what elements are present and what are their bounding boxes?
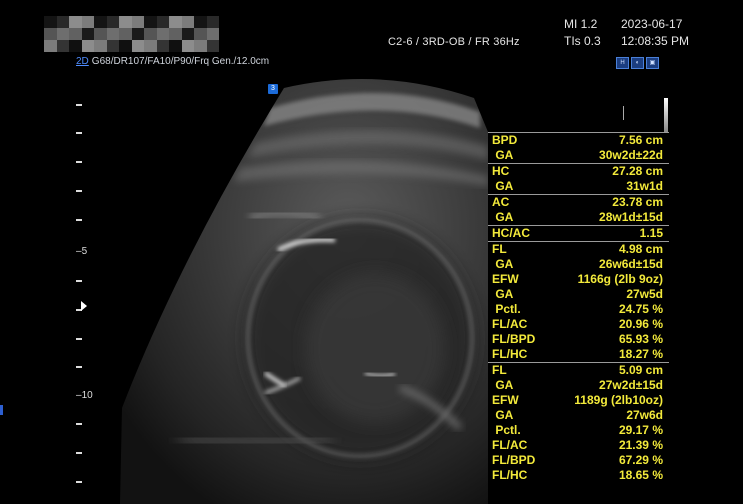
measurement-label: HC	[492, 164, 510, 178]
measurement-row: FL/AC 20.96 %	[488, 317, 669, 332]
measurement-value: 4.98 cm	[618, 242, 663, 256]
measurement-row: EFW 1166g (2lb 9oz)	[488, 272, 669, 287]
measurement-value: 18.65 %	[618, 468, 663, 482]
measurement-value: 27w5d	[626, 287, 663, 301]
measurement-value: 67.29 %	[618, 453, 663, 467]
measurement-label: GA	[492, 179, 514, 193]
measurement-row: HC 27.28 cm	[488, 163, 669, 179]
depth-tick	[76, 423, 82, 425]
grayscale-bar	[664, 98, 668, 132]
measurement-value: 5.09 cm	[618, 363, 663, 377]
depth-label-10: –10	[76, 390, 93, 401]
measurement-label: Pctl.	[492, 423, 521, 437]
measurement-label: BPD	[492, 133, 518, 147]
measurement-value: 26w6d±15d	[599, 257, 663, 271]
measurement-label: EFW	[492, 272, 519, 286]
measurement-value: 20.96 %	[618, 317, 663, 331]
measurement-row: GA 27w2d±15d	[488, 378, 669, 393]
measurements-panel: BPD 7.56 cm GA 30w2d±22d HC 27.28 cm GA 31w1d…	[488, 132, 669, 483]
measurement-value: 1.15	[639, 226, 663, 240]
depth-tick	[76, 161, 82, 163]
measurement-row: GA 27w6d	[488, 408, 669, 423]
measurement-label: FL/HC	[492, 347, 528, 361]
mode-2d-label[interactable]: 2D	[76, 56, 89, 67]
measurement-row: FL/AC 21.39 %	[488, 438, 669, 453]
measurement-value: 23.78 cm	[612, 195, 663, 209]
measurement-row: FL/BPD 67.29 %	[488, 453, 669, 468]
measurement-value: 27.28 cm	[612, 164, 663, 178]
measurement-value: 27w2d±15d	[599, 378, 663, 392]
measurement-label: GA	[492, 408, 514, 422]
measurement-value: 30w2d±22d	[599, 148, 663, 162]
measurement-label: FL	[492, 363, 507, 377]
measurement-label: FL	[492, 242, 507, 256]
measurement-value: 18.27 %	[618, 347, 663, 361]
measurement-value: 28w1d±15d	[599, 210, 663, 224]
depth-tick	[76, 452, 82, 454]
measurement-row: GA 31w1d	[488, 179, 669, 194]
imaging-parameters: 2D G68/DR107/FA10/P90/Frq Gen./12.0cm	[76, 56, 269, 67]
depth-tick	[76, 104, 82, 106]
measurement-value: 31w1d	[626, 179, 663, 193]
thermal-index: TIs 0.3	[564, 34, 601, 48]
measurement-row: GA 28w1d±15d	[488, 210, 669, 225]
measurement-row: GA 26w6d±15d	[488, 257, 669, 272]
depth-tick	[76, 190, 82, 192]
measurement-value: 1189g (2lb10oz)	[574, 393, 663, 407]
edge-marker	[0, 405, 3, 415]
mechanical-index: MI 1.2	[564, 17, 598, 31]
measurement-label: FL/AC	[492, 317, 528, 331]
exam-time: 12:08:35 PM	[621, 34, 690, 48]
measurement-label: GA	[492, 148, 514, 162]
imaging-params-text: G68/DR107/FA10/P90/Frq Gen./12.0cm	[91, 56, 270, 67]
measurement-row: Pctl. 29.17 %	[488, 423, 669, 438]
measurement-row: FL/HC 18.65 %	[488, 468, 669, 483]
scale-indicator	[623, 106, 624, 120]
measurement-row: FL 4.98 cm	[488, 241, 669, 257]
measurement-label: Pctl.	[492, 302, 521, 316]
depth-tick	[76, 219, 82, 221]
measurement-value: 29.17 %	[618, 423, 663, 437]
header-bar: C2-6 / 3RD-OB / FR 36Hz MI 1.2 TIs 0.3 2…	[0, 0, 743, 56]
measurement-label: GA	[492, 210, 514, 224]
measurement-label: GA	[492, 257, 514, 271]
probe-info: C2-6 / 3RD-OB / FR 36Hz	[388, 36, 520, 48]
measurement-row: BPD 7.56 cm	[488, 132, 669, 148]
measurement-label: FL/BPD	[492, 453, 536, 467]
depth-tick	[76, 338, 82, 340]
measurement-value: 21.39 %	[618, 438, 663, 452]
measurement-label: FL/HC	[492, 468, 528, 482]
measurement-row: EFW 1189g (2lb10oz)	[488, 393, 669, 408]
depth-label-5: –5	[76, 246, 88, 257]
exam-date: 2023-06-17	[621, 17, 683, 31]
measurement-row: FL 5.09 cm	[488, 362, 669, 378]
measurement-value: 24.75 %	[618, 302, 663, 316]
measurement-row: GA 30w2d±22d	[488, 148, 669, 163]
measurement-row: GA 27w5d	[488, 287, 669, 302]
measurement-label: EFW	[492, 393, 519, 407]
measurement-value: 65.93 %	[618, 332, 663, 346]
pixelated-patient-name	[44, 16, 219, 52]
measurement-row: Pctl. 24.75 %	[488, 302, 669, 317]
measurement-row: HC/AC 1.15	[488, 225, 669, 241]
depth-tick	[76, 132, 82, 134]
measurement-value: 1166g (2lb 9oz)	[577, 272, 663, 286]
measurement-label: FL/AC	[492, 438, 528, 452]
depth-tick	[76, 481, 82, 483]
measurement-row: FL/BPD 65.93 %	[488, 332, 669, 347]
measurement-label: HC/AC	[492, 226, 530, 240]
focus-arrow-icon[interactable]	[81, 301, 87, 311]
measurement-value: 7.56 cm	[618, 133, 663, 147]
measurement-row: FL/HC 18.27 %	[488, 347, 669, 362]
focus-zone-marker[interactable]: 3	[268, 84, 278, 94]
depth-tick	[76, 280, 82, 282]
measurement-label: GA	[492, 287, 514, 301]
measurement-label: GA	[492, 378, 514, 392]
measurement-value: 27w6d	[626, 408, 663, 422]
measurement-label: FL/BPD	[492, 332, 536, 346]
measurement-label: AC	[492, 195, 510, 209]
measurement-row: AC 23.78 cm	[488, 194, 669, 210]
depth-tick	[76, 366, 82, 368]
